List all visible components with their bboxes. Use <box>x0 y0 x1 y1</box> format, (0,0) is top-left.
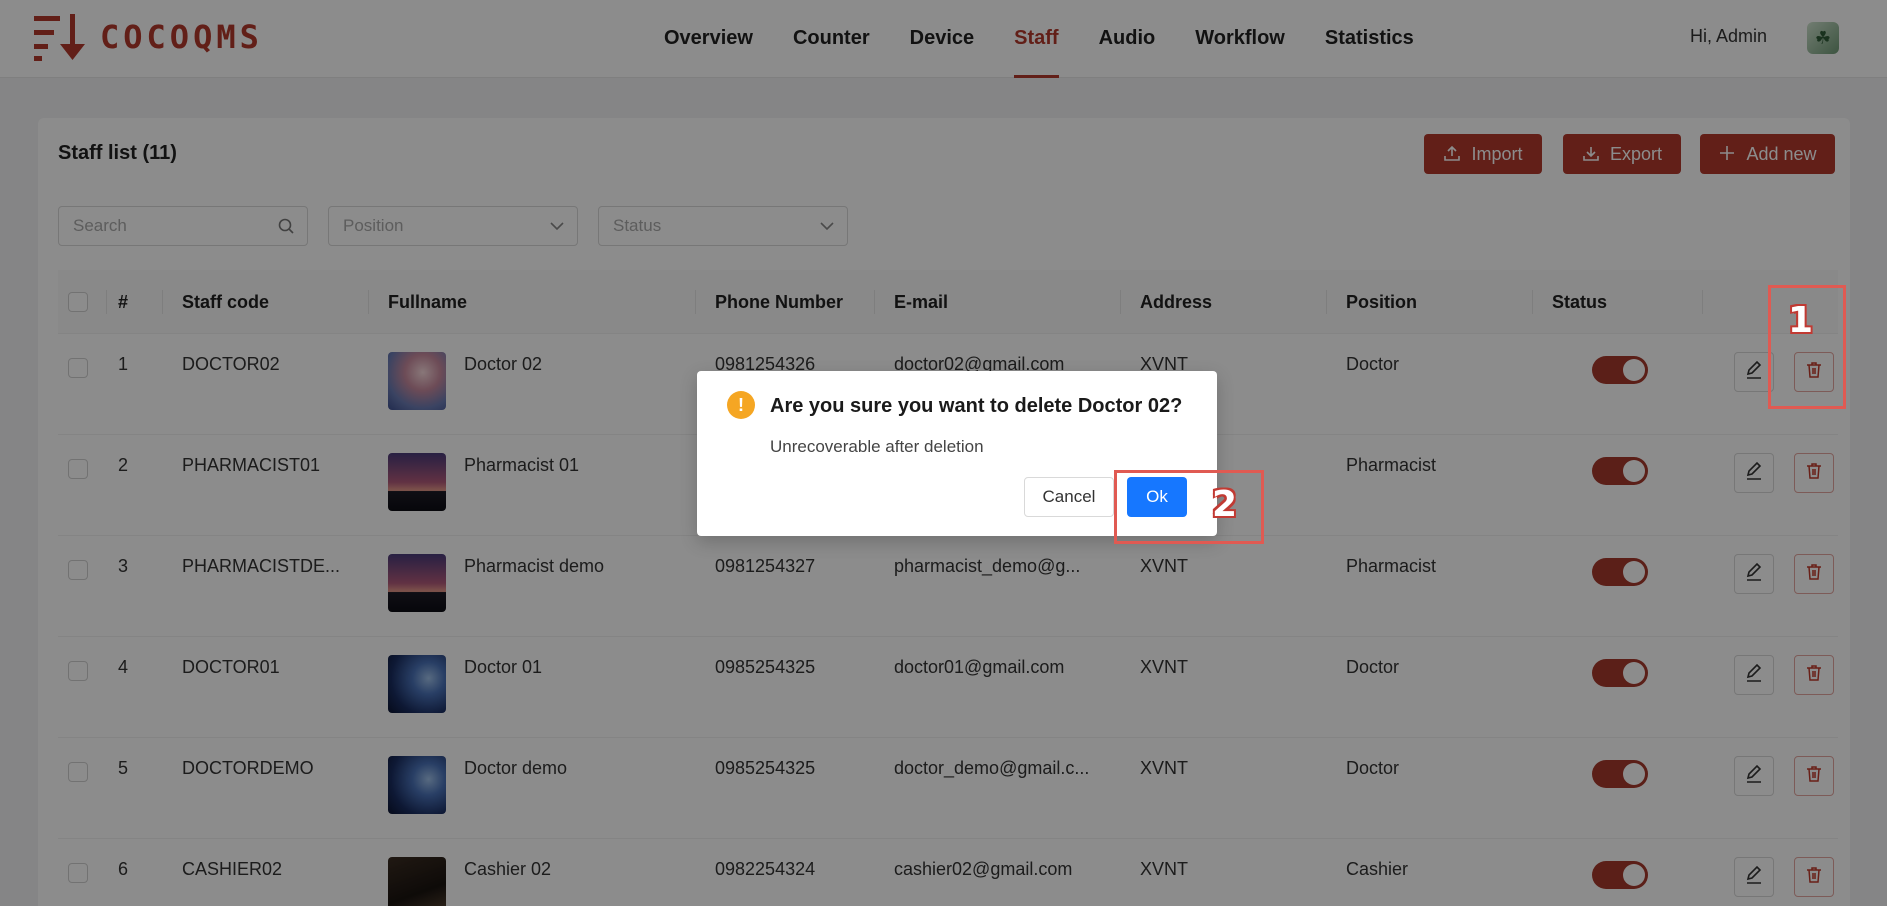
exclamation-icon: ! <box>727 391 755 419</box>
dialog-description: Unrecoverable after deletion <box>770 437 984 456</box>
annotation-number-2: 2 <box>1212 484 1238 525</box>
annotation-box-2 <box>1114 470 1264 544</box>
annotation-number-1: 1 <box>1788 300 1814 341</box>
cancel-button[interactable]: Cancel <box>1024 477 1114 517</box>
dialog-title: Are you sure you want to delete Doctor 0… <box>770 395 1183 417</box>
